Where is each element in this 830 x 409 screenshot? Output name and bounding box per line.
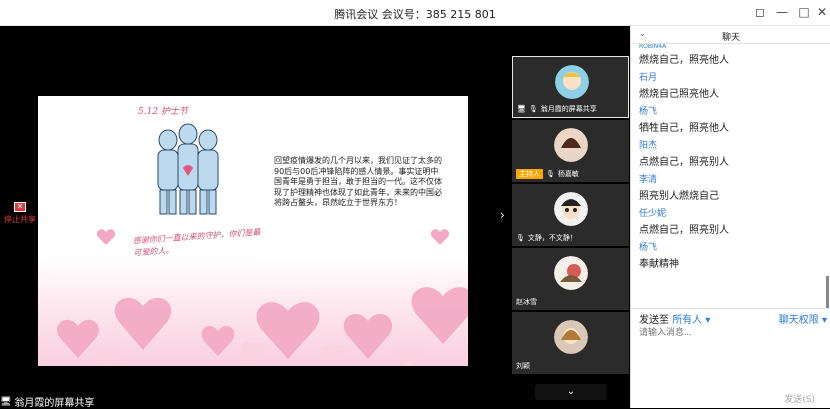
video-tile[interactable]: 赵冰雪 [512,248,629,310]
chat-message: 石月 燃烧自己照亮他人 [639,70,830,104]
chevron-down-icon: ▾ [705,315,711,326]
shared-screen: 5.12 护士节 感谢你们一直以来的守护，你们是最可爱的人。 回望疫情爆发的几个… [38,96,468,366]
close-button[interactable]: ✕ [814,4,830,20]
chat-message: 杨飞 奉献精神 [639,240,830,274]
send-button[interactable]: 发送(S) [784,392,815,405]
chat-text: 照亮别人燃烧自己 [639,191,719,202]
pin-icon[interactable]: ◻ [752,4,768,20]
video-list: 🖥 🎙 翁月霞的屏幕共享 主持人 🎙 杨嘉敏 🎙 文静，不文静！ 赵冰雪 刘颖 [512,56,629,408]
chat-messages: ROBIN4A 燃烧自己，照亮他人 石月 燃烧自己照亮他人 杨飞 牺牲自己，照亮… [631,44,830,306]
nurses-illustration [157,123,219,215]
send-to-target: 所有人 [672,315,703,326]
avatar [554,128,588,162]
chat-text: 奉献精神 [639,259,679,270]
sharer-name: 翁月霞的屏幕共享 [14,398,95,409]
main-stage: ✕ 停止共享 5.12 护士节 感谢你们一直以来的守护，你们是最可爱的人。 回望… [0,26,630,409]
avatar [554,320,588,354]
chat-scrollbar[interactable] [826,276,829,308]
sharer-label: 🖥 翁月霞的屏幕共享 [0,394,94,409]
participant-name: 翁月霞的屏幕共享 [540,105,597,113]
send-to-selector[interactable]: 发送至 所有人 ▾ [639,311,710,326]
chat-permission-label: 聊天权限 [778,315,819,326]
chat-sender: 杨飞 [639,107,658,117]
chat-header: ⌄ 聊天 [631,26,830,44]
title-bar: 腾讯会议 会议号：385 215 801 ◻ — □ ✕ [0,0,830,26]
video-tile[interactable]: 🎙 文静，不文静！ [512,184,629,246]
heart-decoration [57,287,468,366]
chat-message: 杨飞 牺牲自己，照亮他人 [639,104,830,138]
screen-share-icon: 🖥 [0,396,12,407]
participant-name: 文静，不文静！ [527,234,577,242]
chat-sender: 任少妮 [639,209,667,219]
chat-input[interactable] [639,327,823,337]
chat-compose: 发送至 所有人 ▾ 聊天权限 ▾ 发送(S) [631,308,830,408]
chat-text: 牺牲自己，照亮他人 [639,123,729,134]
stop-share-button[interactable]: ✕ 停止共享 [2,202,38,225]
participant-name: 赵冰雪 [516,298,537,306]
window-title: 腾讯会议 会议号：385 215 801 [334,8,496,21]
mic-muted-icon: 🎙 [516,234,525,242]
avatar [554,192,588,226]
maximize-button[interactable]: □ [796,4,812,20]
video-tile[interactable]: 🖥 🎙 翁月霞的屏幕共享 [512,56,629,118]
heart-small-left [96,229,116,245]
avatar [554,256,588,290]
chat-message: 李清 照亮别人燃烧自己 [639,172,830,206]
host-badge: 主持人 [516,169,543,179]
video-tile[interactable]: 主持人 🎙 杨嘉敏 [512,120,629,182]
participant-name: 刘颖 [516,362,530,370]
chat-sender: 杨飞 [639,243,658,253]
slide-caption-bottom: 感谢你们一直以来的守护，你们是最可爱的人。 [132,227,261,258]
chat-permission-dropdown[interactable]: 聊天权限 ▾ [779,311,827,326]
slide-body-text: 回望疫情爆发的几个月以来，我们见证了太多的90后与00后冲锋陷阵的感人情景。事实… [274,156,442,207]
chat-message: 任少妮 点燃自己，照亮别人 [639,206,830,240]
chat-text: 燃烧自己照亮他人 [639,89,719,100]
video-tile[interactable]: 刘颖 [512,312,629,374]
chat-message: 阳杰 点燃自己，照亮别人 [639,138,830,172]
collapse-video-list-button[interactable]: ⌄ [535,384,607,400]
participant-name: 杨嘉敏 [557,170,579,178]
chat-panel: ⌄ 聊天 ROBIN4A 燃烧自己，照亮他人 石月 燃烧自己照亮他人 杨飞 牺牲… [630,26,830,408]
stop-share-label: 停止共享 [4,215,36,224]
mic-icon: 🎙 [528,105,538,113]
screen-share-icon: 🖥 [517,105,526,113]
slide-caption-top: 5.12 护士节 [138,107,188,117]
chat-text: 点燃自己，照亮别人 [639,225,729,236]
chevron-down-icon: ▾ [821,315,827,326]
chat-message: 燃烧自己，照亮他人 [639,52,830,70]
mic-icon: 🎙 [546,170,555,178]
heart-small-right [430,229,450,245]
avatar [555,65,589,99]
chat-sender: 石月 [639,73,658,83]
stop-share-icon: ✕ [14,202,26,212]
expand-arrow-icon[interactable]: › [500,208,505,222]
minimize-button[interactable]: — [774,4,790,20]
chat-text: 燃烧自己，照亮他人 [639,55,729,66]
chat-text: 点燃自己，照亮别人 [639,157,729,168]
chat-sender: 阳杰 [639,141,658,151]
chat-sender: 李清 [639,175,658,185]
chat-title: 聊天 [721,33,740,43]
send-to-label: 发送至 [639,315,669,326]
chat-sender: ROBIN4A [639,44,667,50]
